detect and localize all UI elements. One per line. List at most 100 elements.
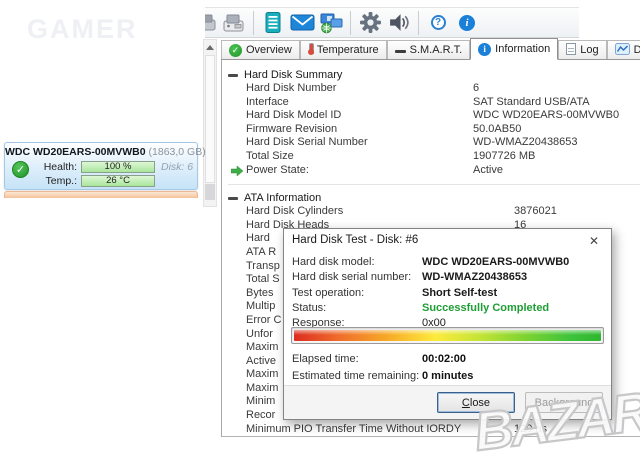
- section-title: ATA Information: [244, 192, 322, 205]
- info-label: Hard Disk Serial Number: [246, 136, 368, 149]
- dialog-field-row: Hard disk serial number: WD-WMAZ20438653: [292, 270, 603, 285]
- info-label: Hard Disk Number: [246, 82, 337, 94]
- scrollbar-cap: [205, 184, 215, 200]
- collapse-minus-icon[interactable]: [228, 73, 238, 77]
- dash-icon: [394, 44, 406, 56]
- temp-bar: 26 °C: [81, 174, 155, 187]
- info-label: Firmware Revision: [246, 122, 338, 135]
- tab-label: Overview: [246, 44, 292, 56]
- tab-label: Information: [495, 43, 551, 55]
- dialog-fields: Hard disk model: WDC WD20EARS-00MVWB0 Hard…: [292, 255, 603, 331]
- info-icon[interactable]: i: [454, 10, 480, 36]
- info-label: Error C: [246, 313, 282, 326]
- info-label: Hard Disk Cylinders: [246, 205, 344, 218]
- scrollbar-thumb[interactable]: [205, 55, 215, 183]
- tab-overview[interactable]: ✓ Overview: [221, 40, 300, 59]
- disk-list-item[interactable]: WDC WD20EARS-00MVWB0 (1863,0 GB) ✓ Healt…: [4, 142, 206, 190]
- test-progress-bar: [291, 327, 604, 344]
- health-value: 100 %: [104, 161, 132, 172]
- toolbar-separator: [418, 10, 419, 35]
- info-label: Interface: [246, 95, 289, 108]
- info-value: Active: [473, 163, 503, 176]
- tab-log[interactable]: Log: [558, 40, 607, 59]
- chevron-up-icon[interactable]: [204, 40, 216, 54]
- dialog-field-row: Status: Successfully Completed: [292, 301, 603, 316]
- tab-label: Log: [580, 44, 599, 56]
- info-circle-icon: i: [478, 42, 492, 56]
- report-icon[interactable]: [260, 10, 286, 36]
- test-progress-fill: [294, 330, 601, 341]
- temp-label: Temp.:: [45, 174, 77, 187]
- tab-information[interactable]: i Information: [470, 38, 559, 60]
- help-icon[interactable]: ?: [425, 10, 451, 36]
- tab-strip: ✓ Overview Temperature S.M.A.R.T. i Informati…: [221, 38, 640, 60]
- time-value: 0 minutes: [422, 370, 474, 382]
- disk-list-scrollbar[interactable]: [203, 39, 217, 207]
- tab-s-m-a-r-t[interactable]: S.M.A.R.T.: [386, 40, 471, 59]
- network-icon[interactable]: [318, 10, 344, 36]
- info-label: Unfor: [246, 327, 273, 340]
- info-value: WD-WMAZ20438653: [473, 136, 578, 149]
- field-value: WDC WD20EARS-00MVWB0: [422, 256, 570, 268]
- info-label: Minimum PIO Transfer Time Without IORDY: [246, 422, 462, 435]
- power-arrow-icon: [230, 165, 244, 181]
- disk-card-title: WDC WD20EARS-00MVWB0 (1863,0 GB): [5, 146, 206, 158]
- close-button[interactable]: Close: [437, 392, 515, 413]
- info-row: Power State: Active: [228, 164, 640, 178]
- field-value: Short Self-test: [422, 286, 498, 299]
- info-label: Total Size: [246, 149, 294, 162]
- thermometer-icon: [307, 42, 314, 58]
- section-title: Hard Disk Summary: [244, 69, 343, 81]
- next-disk-item-edge: [4, 191, 198, 198]
- info-label: Minim: [246, 395, 276, 408]
- tab-label: S.M.A.R.T.: [409, 44, 463, 56]
- section-hard-disk-summary: Hard Disk Summary Hard Disk Number 6 Interf…: [228, 68, 640, 177]
- info-value: WDC WD20EARS-00MVWB0: [473, 109, 620, 122]
- health-label: Health:: [43, 160, 77, 173]
- info-row: Interface SAT Standard USB/ATA: [228, 96, 640, 110]
- dialog-field-row: Test operation: Short Self-test: [292, 286, 603, 301]
- info-label: Active: [246, 354, 276, 367]
- field-value: WD-WMAZ20438653: [422, 271, 528, 284]
- tab-temperature[interactable]: Temperature: [299, 40, 387, 59]
- time-label: Elapsed time:: [292, 353, 359, 365]
- field-value: Successfully Completed: [422, 301, 550, 314]
- watermark-gamer: GAMER: [27, 14, 138, 44]
- info-value: 50.0AB50: [473, 122, 522, 135]
- info-row: Hard Disk Cylinders 3876021: [228, 205, 640, 219]
- info-row: Firmware Revision 50.0AB50: [228, 123, 640, 137]
- info-row: Hard Disk Number 6: [228, 82, 640, 96]
- close-icon[interactable]: ✕: [586, 233, 602, 249]
- check-circle-icon: ✓: [229, 43, 242, 57]
- info-row: Hard Disk Serial Number WD-WMAZ20438653: [228, 136, 640, 150]
- device-partial-icon[interactable]: [205, 10, 218, 36]
- temp-value: 26 °C: [106, 175, 130, 186]
- mail-icon[interactable]: [289, 10, 315, 36]
- drive-icon[interactable]: [221, 10, 247, 36]
- field-label: Status:: [292, 301, 327, 314]
- info-value: SAT Standard USB/ATA: [473, 95, 590, 108]
- info-label: Maxim: [246, 368, 279, 381]
- info-label: Power State:: [246, 163, 309, 176]
- dialog-time-row: Elapsed time: 00:02:00: [292, 351, 603, 368]
- disk-number-note: Disk: 6: [161, 160, 194, 173]
- info-row: Total Size 1907726 MB: [228, 150, 640, 164]
- toolbar-separator: [253, 10, 254, 35]
- time-value: 00:02:00: [422, 353, 467, 365]
- info-label: Maxim: [246, 381, 279, 394]
- dialog-footer: Close Background: [284, 385, 611, 419]
- collapse-minus-icon[interactable]: [228, 196, 238, 200]
- info-label: Total S: [246, 273, 280, 286]
- info-label: Hard Disk Model ID: [246, 109, 342, 122]
- info-label: Bytes: [246, 286, 274, 299]
- tab-label: Disk Performance: [633, 44, 640, 56]
- tab-disk-performance[interactable]: Disk Performance: [606, 40, 640, 59]
- dialog-title: Hard Disk Test - Disk: #6: [292, 234, 419, 246]
- settings-gear-icon[interactable]: [357, 10, 383, 36]
- info-value: 120 ns: [514, 422, 548, 435]
- disk-size: (1863,0 GB): [148, 146, 206, 158]
- dialog-times: Elapsed time: 00:02:00 Estimated time rema…: [292, 351, 603, 385]
- info-label: Multip: [246, 300, 276, 313]
- sound-icon[interactable]: [386, 10, 412, 36]
- document-icon: [566, 42, 577, 58]
